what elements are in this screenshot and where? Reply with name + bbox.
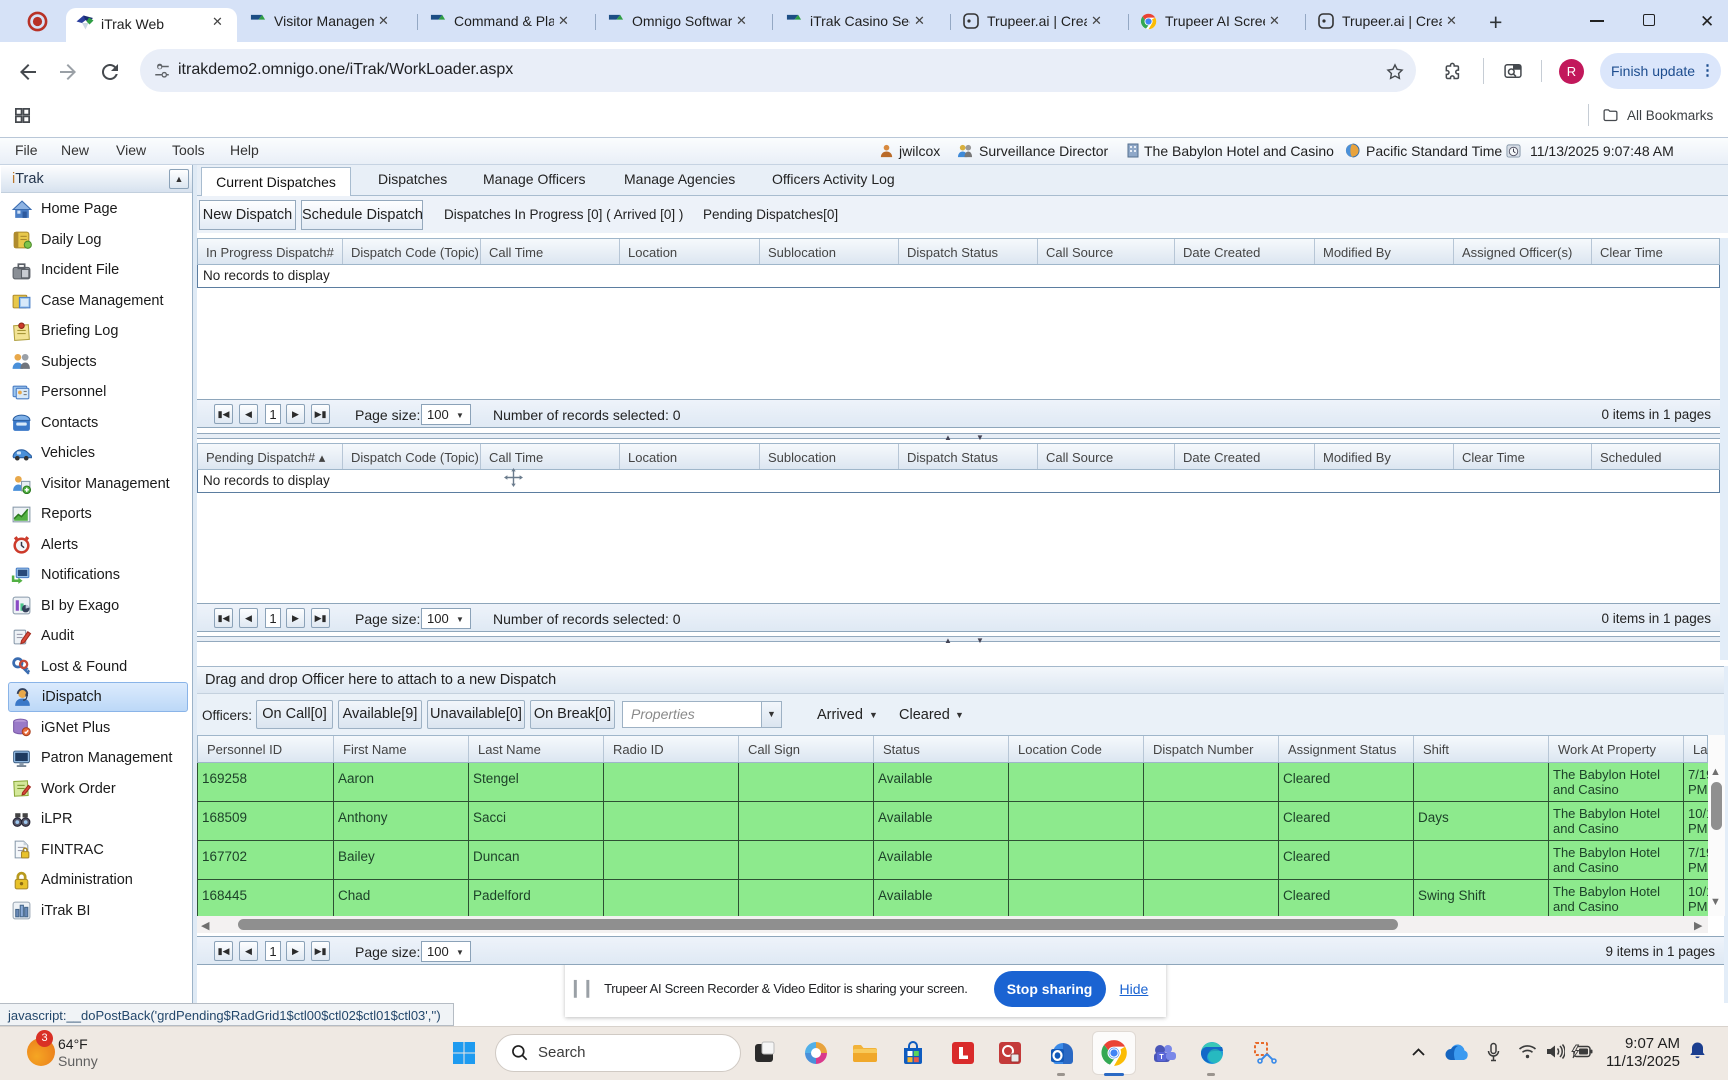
svg-text:T: T	[1159, 1054, 1164, 1061]
